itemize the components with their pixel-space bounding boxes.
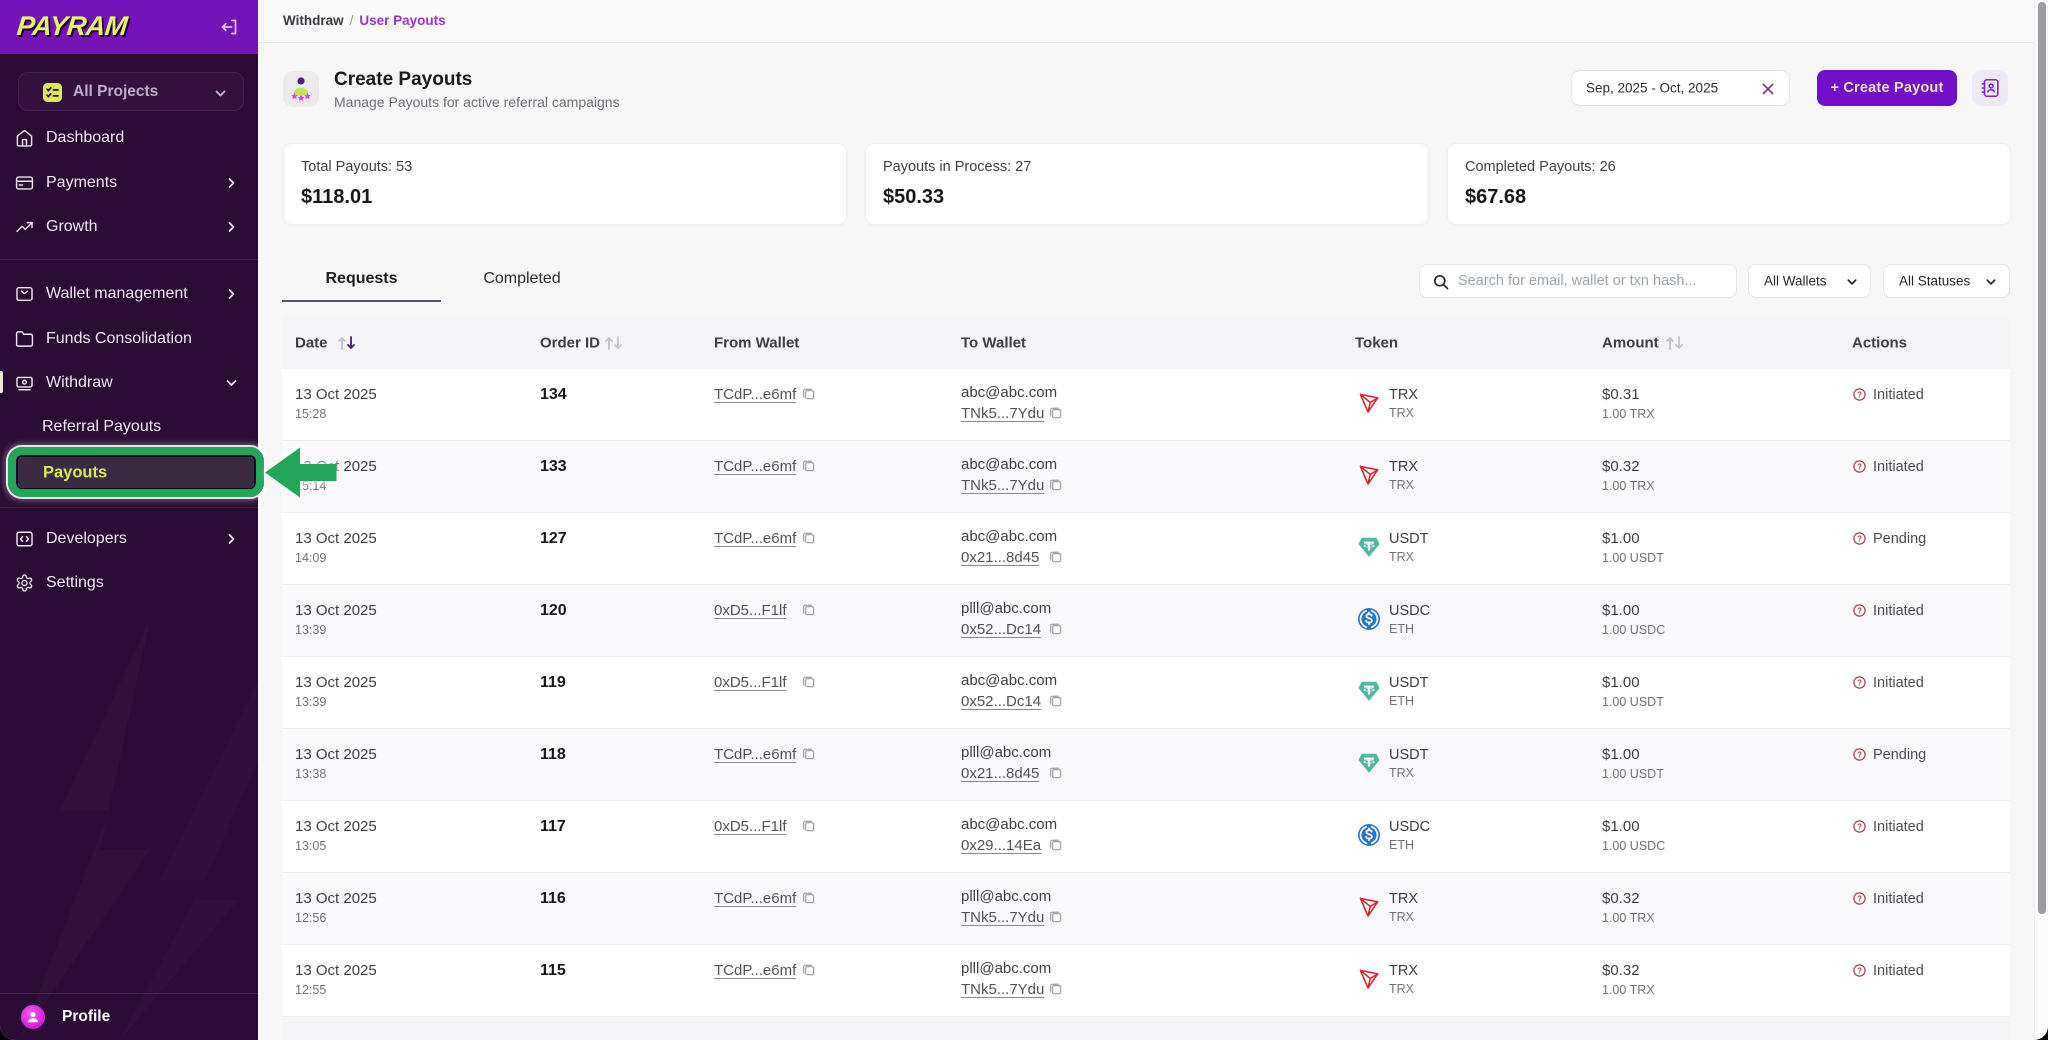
svg-text:?: ? <box>1857 534 1862 543</box>
svg-text:?: ? <box>1857 390 1862 399</box>
svg-text:?: ? <box>1857 894 1862 903</box>
svg-text:?: ? <box>1857 678 1862 687</box>
svg-text:?: ? <box>1857 462 1862 471</box>
svg-text:?: ? <box>1857 966 1862 975</box>
svg-text:?: ? <box>1857 606 1862 615</box>
svg-text:?: ? <box>1857 750 1862 759</box>
svg-text:?: ? <box>1857 822 1862 831</box>
